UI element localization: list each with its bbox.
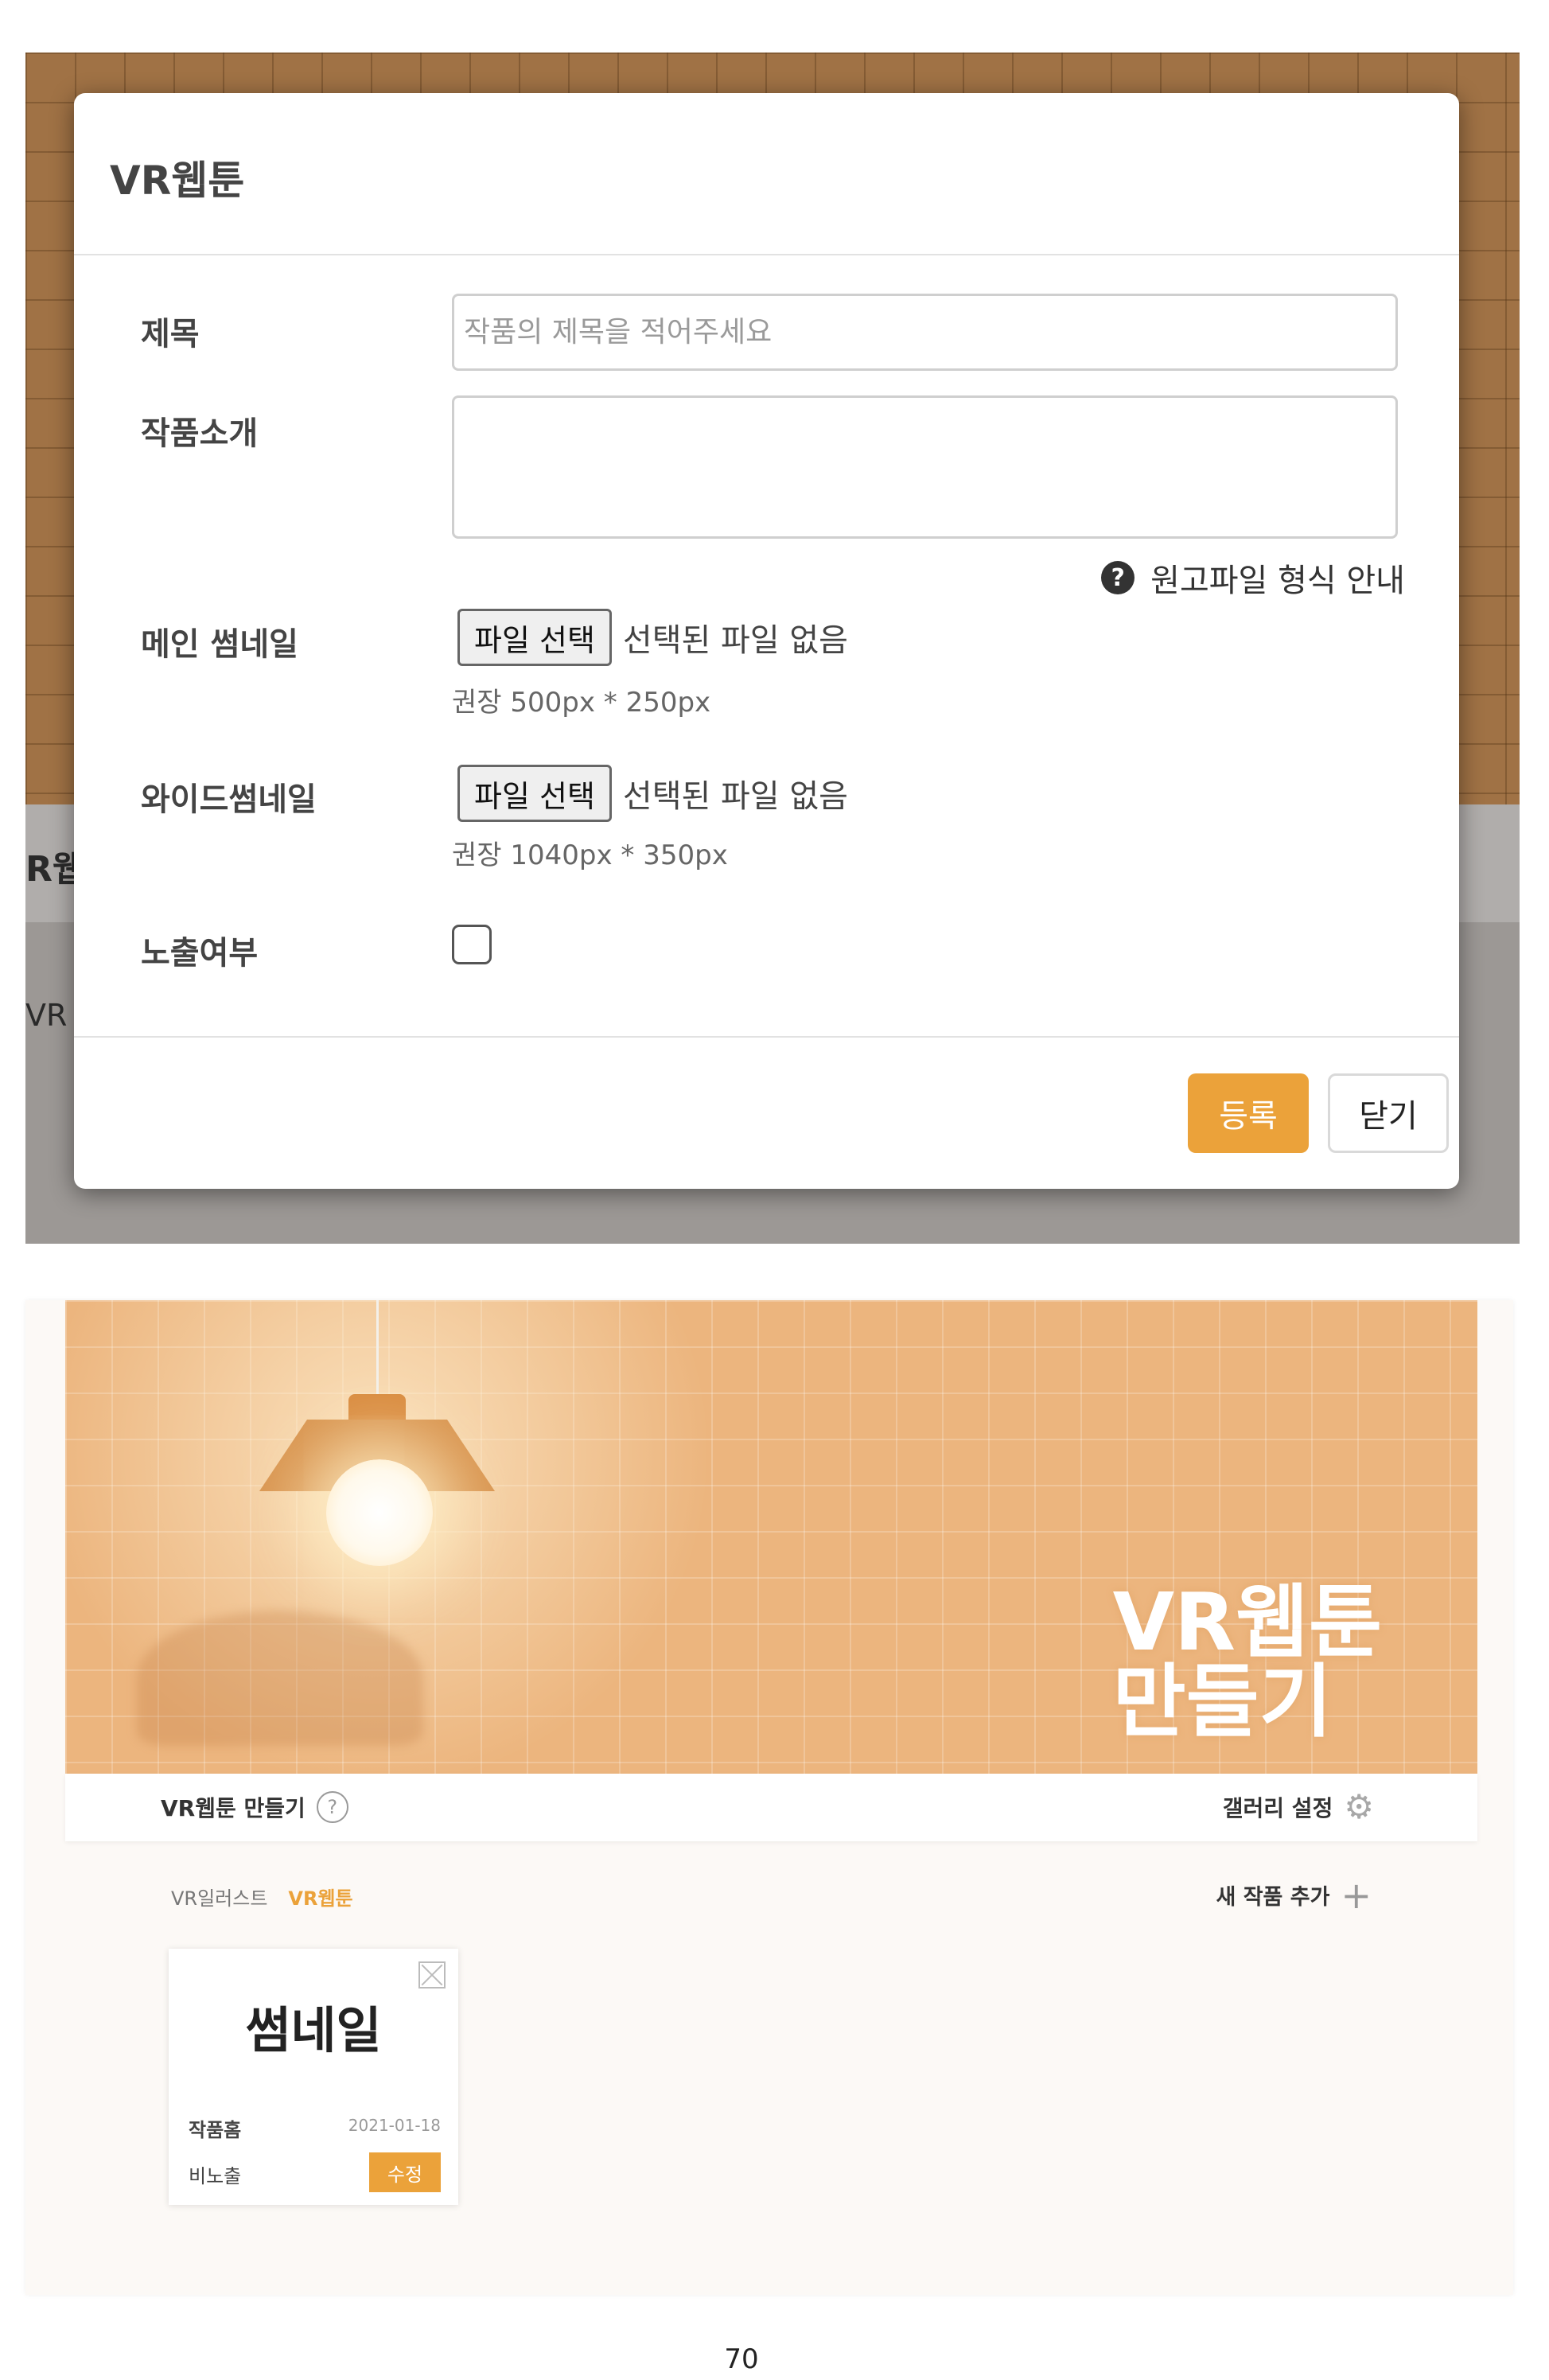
work-card[interactable]: 썸네일 작품홈 2021-01-18 비노출 수정 — [169, 1949, 458, 2205]
intro-label: 작품소개 — [141, 415, 259, 452]
subbar-title-group: VR웹툰 만들기 ? — [161, 1791, 348, 1823]
wide-thumbnail-label: 와이드썸네일 — [141, 781, 317, 818]
card-date: 2021-01-18 — [348, 2116, 441, 2135]
wide-thumbnail-hint: 권장 1040px * 350px — [452, 839, 728, 871]
close-icon[interactable] — [418, 1961, 446, 1989]
question-circle-icon: ? — [1101, 561, 1135, 594]
hero-title: VR웹툰 만들기 — [1113, 1583, 1382, 1742]
add-new-work-label: 새 작품 추가 — [1216, 1885, 1330, 1910]
visibility-checkbox[interactable] — [452, 925, 492, 964]
lamp-shadow-graphic — [137, 1611, 423, 1746]
lamp-cap-graphic — [348, 1394, 406, 1423]
gallery-screenshot: VR웹툰 만들기 VR웹툰 만들기 ? 갤러리 설정 ⚙ VR일러스트 VR웹툰… — [25, 1300, 1513, 2295]
modal-screenshot: R웹 VR VR웹툰 제목 작품소개 ? 원고파일 형식 안내 메인 썸네일 파… — [25, 53, 1520, 1244]
lamp-cord-graphic — [376, 1300, 379, 1396]
hero-title-line1: VR웹툰 — [1112, 1576, 1382, 1669]
file-format-guide-text: 원고파일 형식 안내 — [1150, 563, 1405, 599]
card-edit-button[interactable]: 수정 — [369, 2152, 441, 2192]
gallery-settings-link[interactable]: 갤러리 설정 ⚙ — [1222, 1787, 1374, 1826]
breadcrumb-vr-illust[interactable]: VR일러스트 — [171, 1883, 267, 1911]
wide-thumbnail-status: 선택된 파일 없음 — [622, 778, 848, 815]
main-thumbnail-hint: 권장 500px * 250px — [452, 687, 711, 719]
intro-textarea[interactable] — [452, 395, 1398, 539]
modal-header-divider — [74, 254, 1459, 255]
gallery-subbar: VR웹툰 만들기 ? 갤러리 설정 ⚙ — [65, 1774, 1477, 1841]
file-format-guide-link[interactable]: ? 원고파일 형식 안내 — [1101, 555, 1405, 601]
add-new-work-button[interactable]: 새 작품 추가 + — [1216, 1873, 1372, 1917]
main-thumbnail-status: 선택된 파일 없음 — [622, 622, 848, 659]
breadcrumb: VR일러스트 VR웹툰 — [171, 1883, 353, 1911]
wide-thumbnail-file-input: 파일 선택 선택된 파일 없음 — [457, 765, 848, 822]
card-visibility-status: 비노출 — [189, 2165, 242, 2187]
main-thumbnail-label: 메인 썸네일 — [141, 626, 298, 663]
plus-icon: + — [1341, 1873, 1372, 1917]
title-label: 제목 — [141, 316, 200, 353]
question-circle-icon[interactable]: ? — [316, 1791, 348, 1823]
hero-banner: VR웹툰 만들기 — [65, 1300, 1477, 1774]
close-button[interactable]: 닫기 — [1328, 1073, 1449, 1153]
wide-thumbnail-choose-button[interactable]: 파일 선택 — [457, 765, 612, 822]
main-thumbnail-file-input: 파일 선택 선택된 파일 없음 — [457, 609, 848, 666]
card-thumbnail-placeholder: 썸네일 — [245, 2001, 382, 2059]
modal-footer-divider — [74, 1036, 1459, 1038]
title-input[interactable] — [452, 294, 1398, 371]
card-work-home-link[interactable]: 작품홈 — [189, 2114, 241, 2142]
breadcrumb-vr-webtoon[interactable]: VR웹툰 — [288, 1883, 352, 1911]
register-modal: VR웹툰 제목 작품소개 ? 원고파일 형식 안내 메인 썸네일 파일 선택 선… — [74, 93, 1459, 1189]
gear-icon: ⚙ — [1344, 1787, 1374, 1826]
submit-button[interactable]: 등록 — [1188, 1073, 1309, 1153]
modal-title: VR웹툰 — [110, 158, 245, 204]
gallery-settings-label: 갤러리 설정 — [1222, 1795, 1333, 1821]
page-number: 70 — [724, 2343, 759, 2370]
hero-title-line2: 만들기 — [1112, 1655, 1333, 1748]
lamp-bulb-graphic — [326, 1459, 433, 1566]
main-thumbnail-choose-button[interactable]: 파일 선택 — [457, 609, 612, 666]
background-peek-breadcrumb: VR — [25, 998, 68, 1033]
subbar-title: VR웹툰 만들기 — [161, 1795, 306, 1821]
visibility-label: 노출여부 — [141, 935, 259, 972]
